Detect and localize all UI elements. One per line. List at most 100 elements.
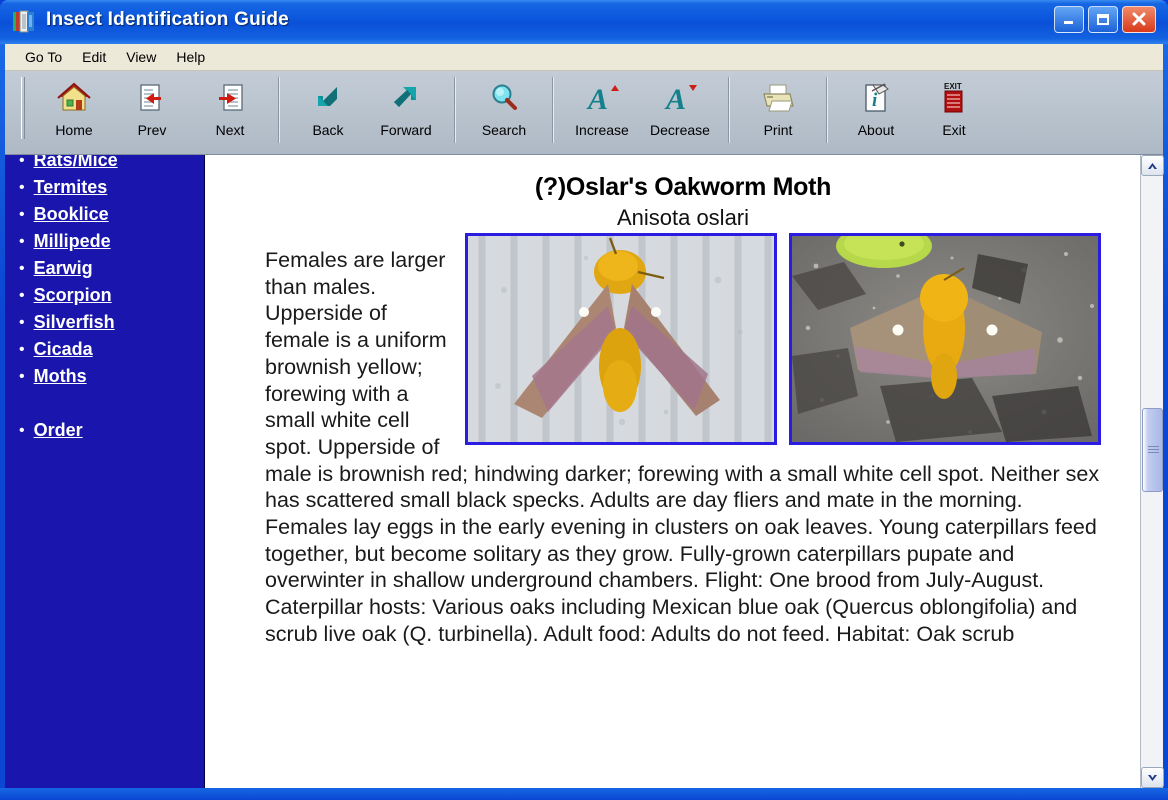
font-increase-icon: A (584, 80, 620, 116)
bullet-icon: • (19, 260, 25, 277)
sidebar-item-order[interactable]: • Order (5, 420, 204, 447)
toolbar-button-search[interactable]: Search (465, 71, 543, 145)
sidebar-label-silverfish: Silverfish (33, 312, 115, 332)
bullet-icon: • (19, 368, 25, 385)
maximize-button[interactable] (1088, 6, 1118, 33)
toolbar-label-increase: Increase (575, 122, 629, 138)
toolbar-label-print: Print (763, 122, 793, 138)
magnifier-icon (487, 80, 521, 116)
sidebar-label-cicada: Cicada (33, 339, 93, 359)
printer-icon (759, 80, 797, 116)
application-window: Insect Identification Guide Go To Edit V… (0, 0, 1168, 793)
toolbar-button-next[interactable]: Next (191, 71, 269, 145)
page-right-arrow-icon (213, 80, 247, 116)
minimize-button[interactable] (1054, 6, 1084, 33)
window-bottom-border (0, 788, 1168, 800)
toolbar: Home Prev Next Back Forward Search A Inc… (5, 71, 1163, 155)
page-subtitle-scientific-name: Anisota oslari (616, 205, 750, 230)
toolbar-separator (728, 77, 730, 143)
toolbar-label-exit: Exit (942, 122, 966, 138)
font-decrease-icon: A (662, 80, 698, 116)
toolbar-separator (552, 77, 554, 143)
toolbar-button-about[interactable]: i About (837, 71, 915, 145)
close-button[interactable] (1122, 6, 1156, 33)
sidebar-item-millipede[interactable]: • Millipede (5, 231, 204, 258)
sidebar-label-millipede: Millipede (33, 231, 111, 251)
menu-bar: Go To Edit View Help (5, 44, 1163, 71)
exit-icon: EXIT (936, 80, 972, 116)
bullet-icon: • (19, 287, 25, 304)
toolbar-button-print[interactable]: Print (739, 71, 817, 145)
scroll-thumb[interactable] (1142, 408, 1163, 492)
vertical-scrollbar[interactable] (1140, 155, 1164, 788)
menu-item-go-to[interactable]: Go To (15, 46, 72, 68)
scroll-up-arrow[interactable] (1141, 155, 1164, 176)
bullet-icon: • (19, 341, 25, 358)
bullet-icon: • (19, 179, 25, 196)
bullet-icon: • (19, 314, 25, 331)
home-icon (56, 80, 92, 116)
bullet-icon: • (19, 233, 25, 250)
toolbar-button-increase[interactable]: A Increase (563, 71, 641, 145)
sidebar-item-booklice[interactable]: • Booklice (5, 204, 204, 231)
toolbar-label-search: Search (481, 122, 527, 138)
toolbar-separator (454, 77, 456, 143)
back-arrow-icon (311, 80, 345, 116)
sidebar-label-earwig: Earwig (33, 258, 93, 278)
toolbar-label-decrease: Decrease (650, 122, 710, 138)
toolbar-button-decrease[interactable]: A Decrease (641, 71, 719, 145)
toolbar-button-exit[interactable]: EXIT Exit (915, 71, 993, 145)
svg-text:EXIT: EXIT (944, 82, 962, 91)
sidebar-item-cicada[interactable]: • Cicada (5, 339, 204, 366)
toolbar-label-about: About (857, 122, 895, 138)
title-bar: Insect Identification Guide (0, 0, 1168, 44)
toolbar-button-forward[interactable]: Forward (367, 71, 445, 145)
book-app-icon (10, 8, 38, 36)
forward-arrow-icon (389, 80, 423, 116)
info-page-icon: i (859, 80, 893, 116)
sidebar-label-rats-mice: Rats/Mice (33, 155, 118, 170)
sidebar-label-scorpion: Scorpion (33, 285, 112, 305)
page-left-arrow-icon (135, 80, 169, 116)
sidebar-label-termites: Termites (33, 177, 108, 197)
sidebar-label-booklice: Booklice (33, 204, 109, 224)
toolbar-label-home: Home (55, 122, 93, 138)
bullet-icon: • (19, 206, 25, 223)
sidebar-label-order: Order (33, 420, 83, 440)
toolbar-label-back: Back (312, 122, 344, 138)
toolbar-button-back[interactable]: Back (289, 71, 367, 145)
svg-text:i: i (872, 90, 878, 111)
toolbar-grip[interactable] (21, 77, 25, 139)
toolbar-label-prev: Prev (137, 122, 167, 138)
navigation-sidebar: • Rats/Mice • Termites • Booklice • Mill… (5, 155, 205, 788)
toolbar-separator (826, 77, 828, 143)
page-title: (?)Oslar's Oakworm Moth (534, 173, 832, 201)
window-title: Insect Identification Guide (46, 9, 289, 30)
moth-photo-asphalt[interactable] (789, 233, 1101, 445)
toolbar-button-home[interactable]: Home (35, 71, 113, 145)
bullet-icon: • (19, 155, 25, 169)
sidebar-item-rats-mice[interactable]: • Rats/Mice (5, 155, 204, 177)
svg-text:A: A (664, 83, 686, 115)
menu-item-view[interactable]: View (116, 46, 166, 68)
scroll-down-arrow[interactable] (1141, 767, 1164, 788)
sidebar-item-moths[interactable]: • Moths (5, 366, 204, 393)
sidebar-item-scorpion[interactable]: • Scorpion (5, 285, 204, 312)
scroll-thumb-grip (1148, 446, 1159, 454)
content-pane[interactable]: (?)Oslar's Oakworm Moth Anisota oslari F… (205, 155, 1163, 788)
moth-photo-corrugated-metal[interactable] (465, 233, 777, 445)
sidebar-label-moths: Moths (33, 366, 87, 386)
bullet-icon: • (19, 422, 25, 439)
sidebar-item-termites[interactable]: • Termites (5, 177, 204, 204)
toolbar-label-forward: Forward (380, 122, 432, 138)
toolbar-button-prev[interactable]: Prev (113, 71, 191, 145)
toolbar-separator (278, 77, 280, 143)
client-area: • Rats/Mice • Termites • Booklice • Mill… (5, 155, 1163, 788)
toolbar-label-next: Next (215, 122, 245, 138)
menu-item-edit[interactable]: Edit (72, 46, 116, 68)
svg-text:A: A (586, 83, 608, 115)
menu-item-help[interactable]: Help (166, 46, 215, 68)
sidebar-item-earwig[interactable]: • Earwig (5, 258, 204, 285)
sidebar-item-silverfish[interactable]: • Silverfish (5, 312, 204, 339)
